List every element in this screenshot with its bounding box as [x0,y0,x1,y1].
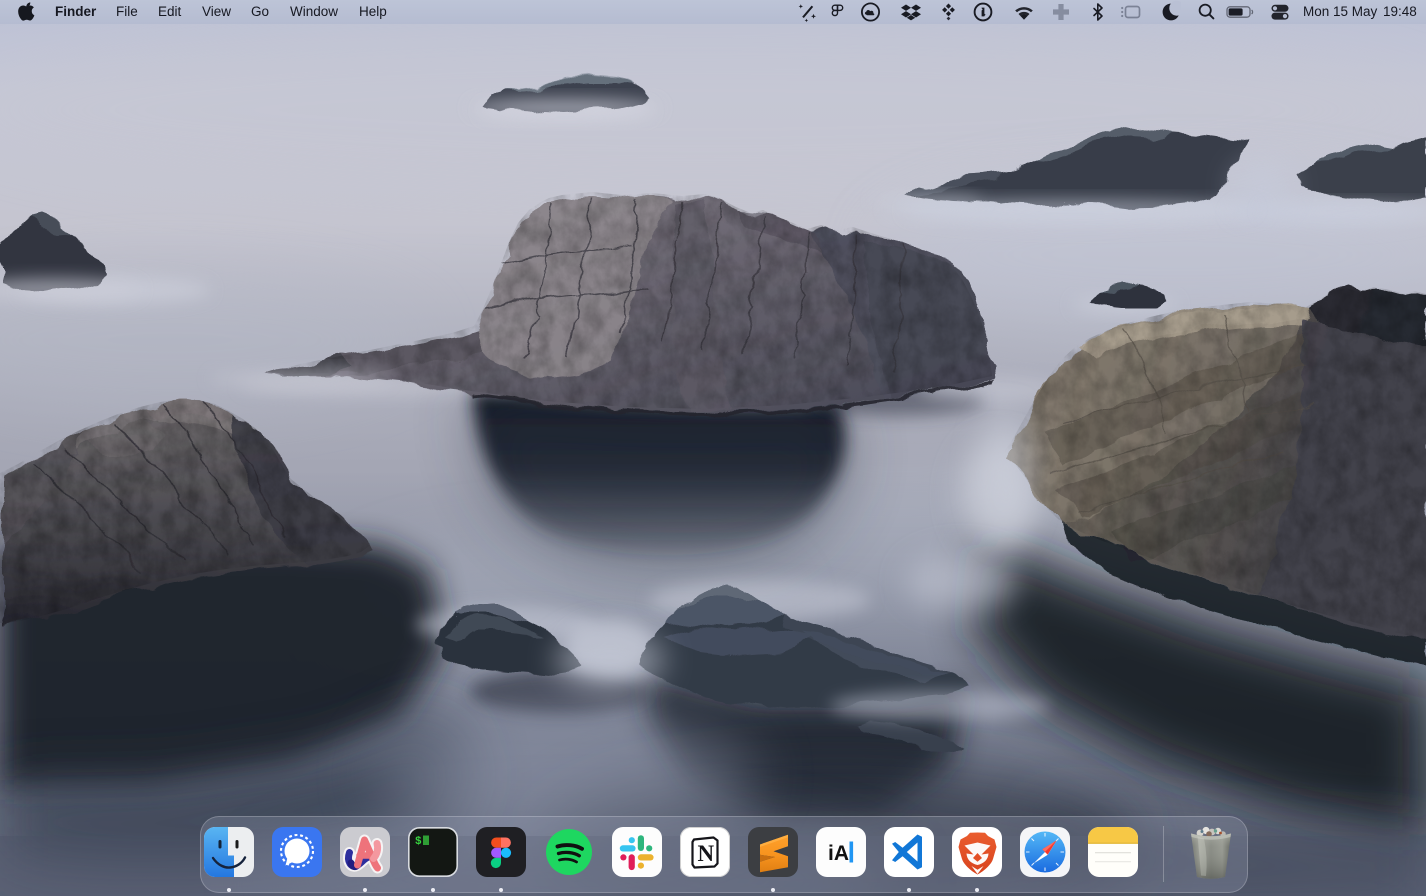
svg-text:$: $ [415,836,422,848]
svg-text:N: N [698,841,715,866]
svg-text:iA: iA [828,842,849,865]
